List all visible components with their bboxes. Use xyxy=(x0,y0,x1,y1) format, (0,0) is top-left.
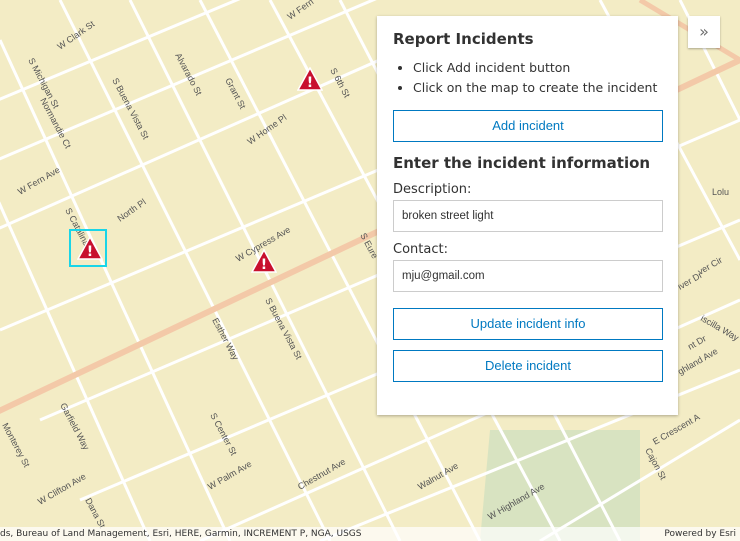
incident-marker[interactable]: ! xyxy=(297,67,323,91)
powered-by-esri[interactable]: Powered by Esri xyxy=(664,527,736,541)
park-area xyxy=(480,430,640,541)
contact-label: Contact: xyxy=(393,242,448,257)
selected-incident-highlight xyxy=(69,229,107,267)
expand-panel-button[interactable]: » xyxy=(688,16,720,48)
report-incidents-panel: Report Incidents Click Add incident butt… xyxy=(377,16,678,415)
double-chevron-right-icon: » xyxy=(699,22,709,41)
instruction-item: Click Add incident button xyxy=(413,60,662,75)
delete-incident-button[interactable]: Delete incident xyxy=(393,350,663,382)
contact-input[interactable]: mju@gmail.com xyxy=(393,260,663,292)
info-title: Enter the incident information xyxy=(393,154,651,172)
panel-title: Report Incidents xyxy=(393,30,534,48)
map-attribution: ds, Bureau of Land Management, Esri, HER… xyxy=(0,527,740,541)
svg-text:!: ! xyxy=(307,75,313,91)
add-incident-button[interactable]: Add incident xyxy=(393,110,663,142)
instruction-item: Click on the map to create the incident xyxy=(413,80,662,95)
incident-marker[interactable]: ! xyxy=(251,249,277,273)
attribution-text: ds, Bureau of Land Management, Esri, HER… xyxy=(0,529,362,539)
svg-text:!: ! xyxy=(261,257,267,273)
description-label: Description: xyxy=(393,182,472,197)
update-incident-button[interactable]: Update incident info xyxy=(393,308,663,340)
street-label: Lolu xyxy=(712,187,729,197)
instructions-list: Click Add incident button Click on the m… xyxy=(393,60,662,95)
description-input[interactable]: broken street light xyxy=(393,200,663,232)
